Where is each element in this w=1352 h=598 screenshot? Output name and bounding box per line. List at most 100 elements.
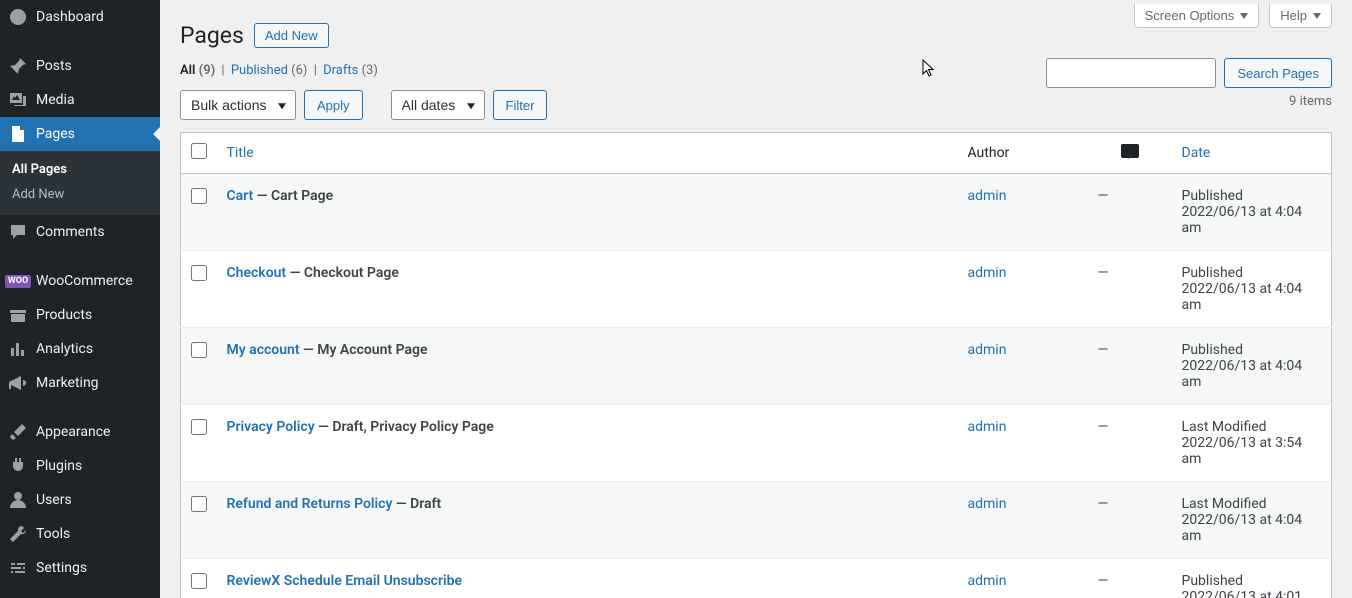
row-title-link[interactable]: My account [227, 342, 300, 358]
row-title-link[interactable]: Privacy Policy [227, 419, 315, 435]
pin-icon [8, 56, 28, 76]
search-button[interactable]: Search Pages [1224, 58, 1332, 88]
row-title-link[interactable]: Checkout [227, 265, 287, 281]
megaphone-icon [8, 373, 28, 393]
menu-separator [0, 254, 160, 259]
submenu-add-new[interactable]: Add New [0, 182, 160, 207]
pages-table: Title Author Date Cart — Cart Page admin… [180, 132, 1332, 598]
menu-item-tools[interactable]: Tools [0, 517, 160, 551]
column-comments[interactable] [1088, 133, 1172, 174]
menu-item-analytics[interactable]: Analytics [0, 332, 160, 366]
row-post-state: — Draft [392, 496, 441, 512]
row-title-link[interactable]: Refund and Returns Policy [227, 496, 393, 512]
menu-label: Dashboard [36, 9, 104, 25]
pipe-separator: | [218, 63, 227, 78]
row-date-value: 2022/06/13 at 4:01 am [1182, 589, 1322, 598]
menu-item-media[interactable]: Media [0, 83, 160, 117]
row-author-link[interactable]: admin [968, 573, 1007, 589]
menu-item-settings[interactable]: Settings [0, 551, 160, 585]
row-date-value: 2022/06/13 at 3:54 am [1182, 435, 1322, 467]
row-date-value: 2022/06/13 at 4:04 am [1182, 281, 1322, 313]
view-all[interactable]: All (9) [180, 63, 215, 78]
row-checkbox[interactable] [191, 265, 207, 281]
date-filter-select[interactable]: All dates [391, 90, 485, 120]
select-all-checkbox[interactable] [191, 143, 207, 159]
table-row: Privacy Policy — Draft, Privacy Policy P… [181, 405, 1332, 482]
row-post-state: — Draft, Privacy Policy Page [315, 419, 494, 435]
submenu-pages: All Pages Add New [0, 151, 160, 215]
row-post-state: — Checkout Page [286, 265, 399, 281]
chevron-down-icon [1240, 13, 1248, 19]
column-checkbox [181, 133, 217, 174]
menu-label: Appearance [36, 424, 110, 440]
menu-item-appearance[interactable]: Appearance [0, 415, 160, 449]
row-comments: — [1098, 188, 1109, 204]
filter-button[interactable]: Filter [493, 90, 548, 120]
menu-item-dashboard[interactable]: Dashboard [0, 0, 160, 34]
row-author-link[interactable]: admin [968, 496, 1007, 512]
menu-item-comments[interactable]: Comments [0, 215, 160, 249]
row-checkbox[interactable] [191, 419, 207, 435]
row-checkbox[interactable] [191, 496, 207, 512]
menu-label: Pages [36, 126, 75, 142]
row-date-status: Published [1182, 573, 1322, 589]
view-published[interactable]: Published (6) [231, 63, 308, 78]
row-checkbox[interactable] [191, 342, 207, 358]
column-author: Author [958, 133, 1088, 174]
row-title-link[interactable]: Cart [227, 188, 254, 204]
menu-separator [0, 39, 160, 44]
row-checkbox[interactable] [191, 188, 207, 204]
row-comments: — [1098, 419, 1109, 435]
menu-label: Plugins [36, 458, 82, 474]
items-count: 9 items [1289, 94, 1332, 109]
dashboard-icon [8, 7, 28, 27]
plug-icon [8, 456, 28, 476]
menu-label: Users [36, 492, 72, 508]
menu-item-pages[interactable]: Pages [0, 117, 160, 151]
view-drafts[interactable]: Drafts (3) [323, 63, 378, 78]
row-date-value: 2022/06/13 at 4:04 am [1182, 512, 1322, 544]
menu-label: Comments [36, 224, 105, 240]
row-post-state: — Cart Page [253, 188, 333, 204]
column-date-label: Date [1182, 145, 1211, 161]
row-date-status: Last Modified [1182, 496, 1322, 512]
menu-label: Analytics [36, 341, 93, 357]
bulk-actions-select[interactable]: Bulk actions [180, 90, 296, 120]
row-author-link[interactable]: admin [968, 188, 1007, 204]
row-author-link[interactable]: admin [968, 265, 1007, 281]
column-date[interactable]: Date [1172, 133, 1332, 174]
row-date-value: 2022/06/13 at 4:04 am [1182, 358, 1322, 390]
table-row: Cart — Cart Page admin — Published 2022/… [181, 174, 1332, 251]
row-author-link[interactable]: admin [968, 342, 1007, 358]
menu-item-woocommerce[interactable]: WOO WooCommerce [0, 264, 160, 298]
table-row: ReviewX Schedule Email Unsubscribe admin… [181, 559, 1332, 598]
row-comments: — [1098, 265, 1109, 281]
menu-item-plugins[interactable]: Plugins [0, 449, 160, 483]
row-checkbox[interactable] [191, 573, 207, 589]
brush-icon [8, 422, 28, 442]
submenu-all-pages[interactable]: All Pages [0, 157, 160, 182]
sliders-icon [8, 558, 28, 578]
menu-label: Posts [36, 58, 72, 74]
table-row: My account — My Account Page admin — Pub… [181, 328, 1332, 405]
row-date-status: Published [1182, 342, 1322, 358]
column-author-label: Author [968, 145, 1010, 161]
content-wrap: Screen Options Help Pages Add New All (9… [160, 0, 1352, 598]
menu-item-users[interactable]: Users [0, 483, 160, 517]
help-label: Help [1280, 8, 1307, 23]
menu-item-products[interactable]: Products [0, 298, 160, 332]
help-button[interactable]: Help [1269, 4, 1332, 28]
add-new-button[interactable]: Add New [254, 23, 329, 48]
screen-options-button[interactable]: Screen Options [1134, 4, 1260, 28]
row-author-link[interactable]: admin [968, 419, 1007, 435]
view-published-count: (6) [291, 63, 307, 78]
products-icon [8, 305, 28, 325]
apply-button[interactable]: Apply [304, 90, 363, 120]
menu-item-posts[interactable]: Posts [0, 49, 160, 83]
view-drafts-label: Drafts [323, 63, 358, 78]
row-title-link[interactable]: ReviewX Schedule Email Unsubscribe [227, 573, 463, 589]
column-title[interactable]: Title [217, 133, 958, 174]
search-input[interactable] [1046, 58, 1216, 88]
menu-label: Products [36, 307, 92, 323]
menu-item-marketing[interactable]: Marketing [0, 366, 160, 400]
